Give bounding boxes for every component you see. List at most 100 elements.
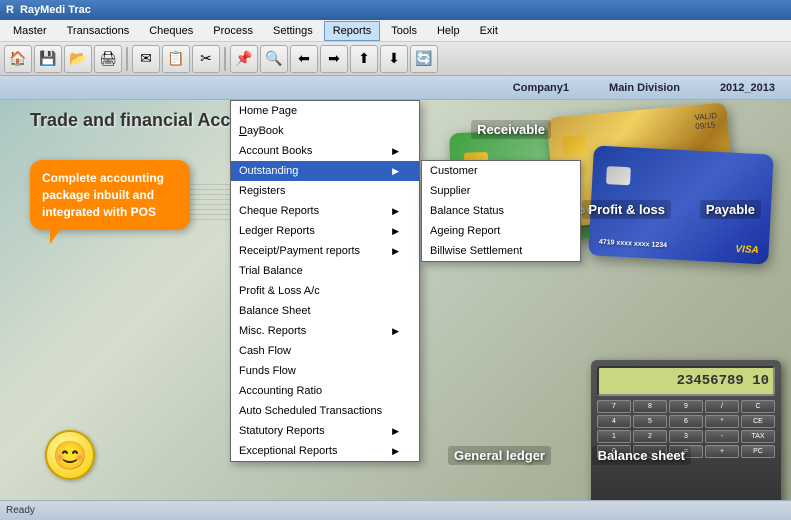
calc-btn-5[interactable]: 5 [633, 415, 667, 428]
menu-item-misc[interactable]: Misc. Reports ▶ [231, 321, 419, 341]
card-chip-gold [562, 135, 587, 155]
calc-display: 23456789 10 [677, 373, 769, 389]
arrow-icon: ▶ [392, 206, 399, 217]
toolbar-save[interactable]: 💾 [34, 45, 62, 73]
toolbar-back[interactable]: ⬅ [290, 45, 318, 73]
card-chip-blue [606, 166, 631, 185]
arrow-icon: ▶ [392, 446, 399, 457]
company-bar: Company1 Main Division 2012_2013 [0, 76, 791, 100]
smiley-face: 😊 [45, 430, 95, 480]
status-bar: Ready [0, 500, 791, 520]
menu-item-cash-flow[interactable]: Cash Flow [231, 341, 419, 361]
calc-btn-c[interactable]: C [741, 400, 775, 413]
toolbar-sep2 [224, 47, 226, 71]
calc-btn-div[interactable]: / [705, 400, 739, 413]
status-text: Ready [6, 505, 35, 516]
menu-item-account-books[interactable]: Account Books ▶ [231, 141, 419, 161]
menu-item-trial-balance[interactable]: Trial Balance [231, 261, 419, 281]
arrow-icon: ▶ [392, 146, 399, 157]
card-label-blue: 4719 xxxx xxxx 1234 [599, 239, 667, 250]
menu-process[interactable]: Process [204, 21, 262, 41]
calc-screen: 23456789 10 [597, 366, 775, 396]
callout-text: Complete accounting package inbuilt and … [42, 171, 164, 219]
menu-item-receipt-payment[interactable]: Receipt/Payment reports ▶ [231, 241, 419, 261]
menu-cheques[interactable]: Cheques [140, 21, 202, 41]
calc-btn-add[interactable]: + [705, 445, 739, 458]
toolbar-forward[interactable]: ➡ [320, 45, 348, 73]
calc-btn-2[interactable]: 2 [633, 430, 667, 443]
menu-exit[interactable]: Exit [471, 21, 507, 41]
toolbar-sep1 [126, 47, 128, 71]
arrow-icon: ▶ [392, 166, 399, 177]
title-bar: R RayMedi Trac [0, 0, 791, 20]
submenu-customer[interactable]: Customer [422, 161, 580, 181]
reports-dropdown: Home Page DayBook Account Books ▶ Outsta… [230, 100, 420, 462]
calc-btn-4[interactable]: 4 [597, 415, 631, 428]
calculator-body: 23456789 10 7 8 9 / C 4 5 6 * CE 1 2 3 -… [591, 360, 781, 510]
main-content: Trade and financial Acc ABSAplatinum 471… [0, 100, 791, 520]
toolbar-refresh[interactable]: 🔄 [410, 45, 438, 73]
submenu-billwise-settlement[interactable]: Billwise Settlement [422, 241, 580, 261]
menu-settings[interactable]: Settings [264, 21, 322, 41]
menu-item-accounting-ratio[interactable]: Accounting Ratio [231, 381, 419, 401]
calc-btn-mul[interactable]: * [705, 415, 739, 428]
menu-item-balance-sheet-rpt[interactable]: Balance Sheet [231, 301, 419, 321]
division-name: Main Division [609, 82, 680, 94]
menu-help[interactable]: Help [428, 21, 469, 41]
callout: Complete accounting package inbuilt and … [30, 160, 190, 230]
menu-item-auto-scheduled[interactable]: Auto Scheduled Transactions [231, 401, 419, 421]
arrow-icon: ▶ [392, 426, 399, 437]
submenu-ageing-report[interactable]: Ageing Report [422, 221, 580, 241]
calc-btn-ce[interactable]: CE [741, 415, 775, 428]
toolbar-pin[interactable]: 📌 [230, 45, 258, 73]
calc-btn-9[interactable]: 9 [669, 400, 703, 413]
toolbar-search[interactable]: 🔍 [260, 45, 288, 73]
fiscal-year: 2012_2013 [720, 82, 775, 94]
calc-btn-tax[interactable]: TAX [741, 430, 775, 443]
toolbar: 🏠 💾 📂 🖨 ✉ 📋 ✂ 📌 🔍 ⬅ ➡ ⬆ ⬇ 🔄 [0, 42, 791, 76]
calc-btn-8[interactable]: 8 [633, 400, 667, 413]
submenu-supplier[interactable]: Supplier [422, 181, 580, 201]
menu-item-ledger-reports[interactable]: Ledger Reports ▶ [231, 221, 419, 241]
arrow-icon: ▶ [392, 246, 399, 257]
menu-item-statutory[interactable]: Statutory Reports ▶ [231, 421, 419, 441]
menu-item-homepage[interactable]: Home Page [231, 101, 419, 121]
toolbar-up[interactable]: ⬆ [350, 45, 378, 73]
toolbar-print[interactable]: 🖨 [94, 45, 122, 73]
menu-transactions[interactable]: Transactions [58, 21, 139, 41]
toolbar-cut[interactable]: ✂ [192, 45, 220, 73]
trade-heading: Trade and financial Acc [30, 110, 230, 131]
menu-reports[interactable]: Reports [324, 21, 381, 41]
label-balance-sheet: Balance sheet [592, 446, 691, 465]
menu-tools[interactable]: Tools [382, 21, 426, 41]
company-name: Company1 [513, 82, 569, 94]
arrow-icon: ▶ [392, 326, 399, 337]
menu-item-cheque-reports[interactable]: Cheque Reports ▶ [231, 201, 419, 221]
menu-item-registers[interactable]: Registers [231, 181, 419, 201]
menu-item-funds-flow[interactable]: Funds Flow [231, 361, 419, 381]
calc-btn-1[interactable]: 1 [597, 430, 631, 443]
outstanding-submenu: Customer Supplier Balance Status Ageing … [421, 160, 581, 262]
menu-item-exceptional[interactable]: Exceptional Reports ▶ [231, 441, 419, 461]
label-general-ledger: General ledger [448, 446, 551, 465]
arrow-icon: ▶ [392, 226, 399, 237]
app-title: RayMedi Trac [20, 4, 91, 16]
card-visa: VISA [735, 244, 759, 256]
calc-btn-pc[interactable]: PC [741, 445, 775, 458]
toolbar-open[interactable]: 📂 [64, 45, 92, 73]
menu-item-outstanding[interactable]: Outstanding ▶ [231, 161, 419, 181]
label-profit-loss: Profit & loss [582, 200, 671, 219]
submenu-balance-status[interactable]: Balance Status [422, 201, 580, 221]
toolbar-clipboard[interactable]: 📋 [162, 45, 190, 73]
toolbar-home[interactable]: 🏠 [4, 45, 32, 73]
app-icon: R [6, 4, 14, 16]
toolbar-down[interactable]: ⬇ [380, 45, 408, 73]
calc-btn-3[interactable]: 3 [669, 430, 703, 443]
calc-btn-7[interactable]: 7 [597, 400, 631, 413]
menu-master[interactable]: Master [4, 21, 56, 41]
menu-item-profit-loss[interactable]: Profit & Loss A/c [231, 281, 419, 301]
calc-btn-6[interactable]: 6 [669, 415, 703, 428]
menu-item-daybook[interactable]: DayBook [231, 121, 419, 141]
calc-btn-sub[interactable]: - [705, 430, 739, 443]
toolbar-mail[interactable]: ✉ [132, 45, 160, 73]
